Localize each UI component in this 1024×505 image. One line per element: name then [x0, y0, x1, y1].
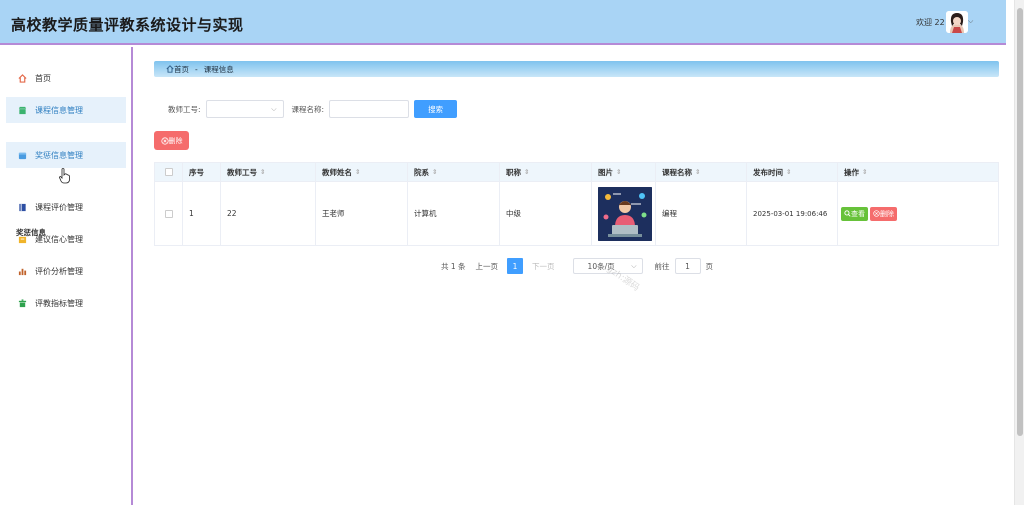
delete-label: 删除	[880, 209, 894, 218]
sidebar-item-label: 奖惩信息管理	[35, 150, 83, 160]
pagination: 共 1 条 上一页 1 下一页 10条/页 ⌵ 前往 1 页	[441, 258, 713, 274]
sidebar: 首页 课程信息管理 奖惩信息管理 奖惩信息 课程评价管理 建议信心管理 评价分析…	[0, 47, 133, 505]
goto-label: 前往	[654, 261, 670, 271]
sidebar-item-suggestion[interactable]: 建议信心管理	[6, 226, 126, 252]
pagination-total: 共 1 条	[441, 261, 466, 271]
cell-publish-time: 2025-03-01 19:06:46	[747, 182, 838, 245]
header-course-name[interactable]: 课程名称 ⇕	[656, 163, 747, 181]
row-checkbox[interactable]	[155, 182, 183, 245]
teacher-no-select[interactable]: ⌵	[205, 100, 284, 118]
course-thumbnail[interactable]	[598, 186, 652, 241]
sidebar-item-course-evaluation[interactable]: 课程评价管理	[6, 194, 126, 220]
sidebar-item-evaluation-index[interactable]: 评教指标管理	[6, 290, 126, 316]
search-button[interactable]: 搜索	[414, 100, 458, 118]
cell-index: 1	[183, 182, 221, 245]
view-button[interactable]: 查看	[841, 206, 868, 221]
app-title: 高校教学质量评教系统设计与实现	[11, 16, 244, 34]
cell-teacher-no: 22	[221, 182, 316, 245]
header-index: 序号	[183, 163, 221, 181]
header-teacher-name[interactable]: 教师姓名 ⇕	[316, 163, 408, 181]
select-all-checkbox[interactable]	[155, 163, 183, 181]
prev-page-button[interactable]: 上一页	[470, 258, 505, 274]
sort-icon: ⇕	[786, 168, 792, 176]
sort-icon: ⇕	[432, 168, 438, 176]
folder-icon	[18, 151, 27, 160]
sidebar-item-label: 评教指标管理	[35, 298, 83, 308]
breadcrumb-home-label: 首页	[174, 64, 189, 74]
course-name-input[interactable]	[329, 100, 410, 118]
page-unit-label: 页	[705, 261, 714, 271]
batch-delete-label: 删除	[168, 136, 183, 145]
trash-icon	[18, 298, 27, 308]
next-page-button[interactable]: 下一页	[526, 258, 561, 274]
cell-teacher-name: 王老师	[316, 182, 408, 245]
scrollbar-thumb[interactable]	[1017, 8, 1023, 436]
sidebar-item-course-info[interactable]: 课程信息管理	[6, 97, 126, 123]
sort-icon: ⇕	[695, 168, 701, 176]
sort-icon: ⇕	[355, 168, 361, 176]
chevron-down-icon: ⌵	[631, 262, 637, 270]
header-image[interactable]: 图片 ⇕	[592, 163, 656, 181]
avatar[interactable]	[946, 11, 968, 33]
cell-department: 计算机	[408, 182, 500, 245]
home-icon	[166, 65, 174, 73]
sort-icon: ⇕	[524, 168, 530, 176]
view-label: 查看	[851, 209, 865, 218]
breadcrumb-current: 课程信息	[203, 64, 234, 74]
sidebar-item-reward-info[interactable]: 奖惩信息管理	[6, 142, 126, 168]
close-circle-icon	[160, 136, 169, 145]
table-header: 序号 教师工号 ⇕ 教师姓名 ⇕ 院系 ⇕ 职称 ⇕ 图片 ⇕ 课程名称 ⇕ 发布时间 ⇕ 操…	[155, 163, 998, 182]
vertical-scrollbar[interactable]	[1014, 0, 1024, 505]
box-icon	[18, 235, 27, 244]
shop-icon	[18, 106, 27, 115]
breadcrumb-separator: -	[195, 64, 198, 74]
teacher-no-label: 教师工号:	[168, 104, 201, 114]
search-icon	[844, 210, 851, 217]
table-row: 1 22 王老师 计算机 中级 编程 2025-03-01 19:06:46 查…	[155, 182, 998, 245]
sidebar-item-label: 课程评价管理	[35, 202, 83, 212]
top-header: 高校教学质量评教系统设计与实现 欢迎 22 ⌵	[0, 0, 1006, 45]
chevron-down-icon[interactable]: ⌵	[968, 17, 973, 26]
page-number-current[interactable]: 1	[507, 258, 524, 274]
goto-page-input[interactable]: 1	[674, 258, 701, 274]
sort-icon: ⇕	[260, 168, 266, 176]
main-content: 首页 - 课程信息 教师工号: ⌵ 课程名称: 搜索 删除 序号 教师工号 ⇕ 教…	[135, 47, 1014, 505]
breadcrumb-home[interactable]: 首页	[166, 64, 189, 75]
cell-actions: 查看 删除	[838, 182, 998, 245]
sort-icon: ⇕	[862, 168, 868, 176]
search-form: 教师工号: ⌵ 课程名称: 搜索	[168, 100, 458, 118]
hand-cursor-icon	[59, 168, 71, 184]
course-name-label: 课程名称:	[291, 104, 325, 114]
cell-title: 中级	[500, 182, 592, 245]
header-teacher-no[interactable]: 教师工号 ⇕	[221, 163, 316, 181]
sidebar-item-label: 评价分析管理	[35, 266, 83, 276]
delete-button[interactable]: 删除	[870, 206, 897, 221]
book-icon	[18, 203, 27, 212]
sidebar-item-home[interactable]: 首页	[6, 65, 126, 91]
close-circle-icon	[873, 210, 880, 217]
batch-delete-button[interactable]: 删除	[154, 131, 189, 150]
header-title[interactable]: 职称 ⇕	[500, 163, 592, 181]
header-actions[interactable]: 操作 ⇕	[838, 163, 998, 181]
sidebar-item-label: 建议信心管理	[35, 234, 83, 244]
chevron-down-icon: ⌵	[271, 105, 277, 113]
header-department[interactable]: 院系 ⇕	[408, 163, 500, 181]
home-icon	[18, 73, 27, 83]
sidebar-item-evaluation-analysis[interactable]: 评价分析管理	[6, 258, 126, 284]
breadcrumb: 首页 - 课程信息	[154, 61, 999, 77]
welcome-text: 欢迎 22	[916, 18, 945, 27]
chart-icon	[18, 267, 27, 276]
cell-course-name: 编程	[656, 182, 747, 245]
cell-image	[592, 182, 656, 245]
course-table: 序号 教师工号 ⇕ 教师姓名 ⇕ 院系 ⇕ 职称 ⇕ 图片 ⇕ 课程名称 ⇕ 发布时间 ⇕ 操…	[154, 162, 999, 246]
sort-icon: ⇕	[616, 168, 622, 176]
sidebar-item-label: 课程信息管理	[35, 105, 83, 115]
sidebar-item-label: 首页	[35, 73, 51, 83]
header-publish-time[interactable]: 发布时间 ⇕	[747, 163, 838, 181]
